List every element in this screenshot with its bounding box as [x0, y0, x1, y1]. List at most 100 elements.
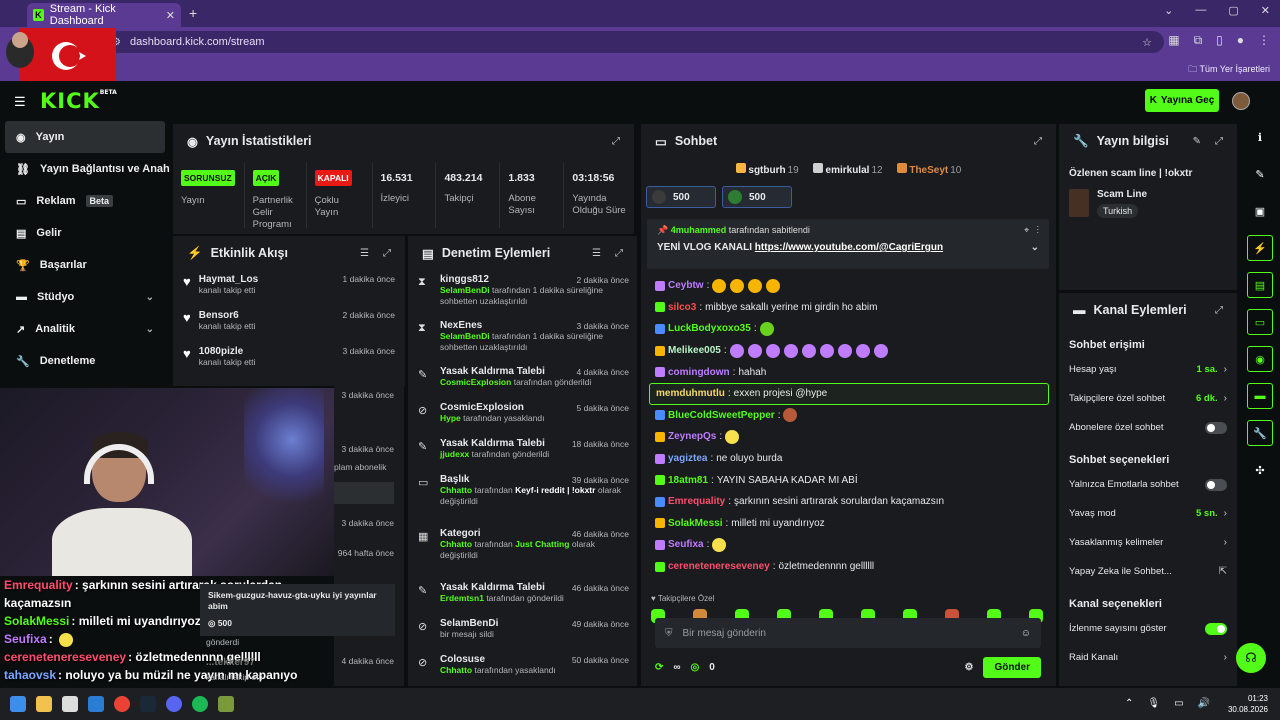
close-tab-icon[interactable]: ✕: [166, 9, 175, 22]
sidebar-item-5[interactable]: 🏆 Başarılar: [0, 249, 170, 281]
chevron-right-icon[interactable]: ›: [1224, 393, 1227, 404]
leaderboard-entry[interactable]: TheSeyt 10: [896, 162, 961, 176]
chat-username[interactable]: yagiztea: [668, 453, 707, 464]
moderation-item[interactable]: ⧗ NexEnes SelamBenDi tarafından 1 dakika s…: [408, 316, 637, 362]
expand-icon[interactable]: ⤢: [615, 248, 623, 259]
chat-message[interactable]: comingdown: hahah: [649, 361, 1049, 383]
pinned-link[interactable]: https://www.youtube.com/@CagriErgun: [755, 242, 943, 253]
bookmark-star-icon[interactable]: ☆: [1142, 36, 1152, 49]
setting-row[interactable]: Yavaş mod 5 sn. ›: [1059, 499, 1237, 528]
moderation-item[interactable]: ⊘ SelamBenDi bir mesajı sildi 49 dakika ön…: [408, 614, 637, 650]
chat-username[interactable]: Ceybtw: [668, 280, 704, 291]
external-link-icon[interactable]: ⇱: [1219, 566, 1227, 577]
expand-icon[interactable]: ⤢: [1215, 136, 1223, 147]
chat-message[interactable]: ZeynepQs:: [649, 426, 1049, 448]
media-icon[interactable]: ▣: [1247, 198, 1273, 224]
chat-bubble-icon[interactable]: ▭: [1247, 309, 1273, 335]
store-icon[interactable]: [62, 696, 78, 712]
chat-username[interactable]: 18atm81: [668, 475, 708, 486]
spotify-icon[interactable]: [192, 696, 208, 712]
chevron-right-icon[interactable]: ›: [1224, 364, 1227, 375]
info-icon[interactable]: ℹ: [1247, 124, 1273, 150]
file-explorer-icon[interactable]: [36, 696, 52, 712]
pinned-message[interactable]: 📌 4muhammed tarafından sabitlendi ⌖ ⋮ YEN…: [647, 219, 1049, 269]
app-icon[interactable]: [218, 696, 234, 712]
address-bar[interactable]: ⚙ dashboard.kick.com/stream ☆: [104, 31, 1164, 53]
expand-icon[interactable]: ⤢: [383, 248, 391, 259]
steam-icon[interactable]: [140, 696, 156, 712]
channel-icon[interactable]: ▬: [1247, 383, 1273, 409]
leaderboard-entry[interactable]: sgtburh 19: [735, 162, 799, 176]
avatar[interactable]: [1232, 92, 1250, 110]
chat-message[interactable]: BlueColdSweetPepper:: [649, 405, 1049, 427]
kick-logo[interactable]: KICKBETA: [40, 89, 117, 113]
maximize-icon[interactable]: ▢: [1228, 4, 1238, 17]
chat-message[interactable]: memduhmutlu: exxen projesi @hype: [649, 382, 1049, 405]
chat-username[interactable]: Melikee005: [668, 345, 721, 356]
moderation-item[interactable]: ✎ Yasak Kaldırma Talebi jjudexx tarafından…: [408, 434, 637, 470]
feed-gift-item[interactable]: Sikem-guzguz-havuz-gta-uyku iyi yayınlar…: [200, 584, 395, 636]
filter-icon[interactable]: ☰: [360, 248, 369, 259]
chat-username[interactable]: comingdown: [668, 367, 730, 378]
chat-message[interactable]: Seufixa:: [649, 534, 1049, 556]
feed-item[interactable]: ♥ Haymat_Los kanalı takip etti 1 dakika önc…: [173, 270, 405, 306]
chat-username[interactable]: Emrequality: [668, 496, 725, 507]
sidebar-icon[interactable]: ▯: [1216, 33, 1223, 48]
chat-username[interactable]: BlueColdSweetPepper: [668, 410, 775, 421]
discord-icon[interactable]: [166, 696, 182, 712]
chevron-down-icon[interactable]: ⌄: [1031, 242, 1039, 253]
moderation-item[interactable]: ▭ Başlık Chhatto tarafından Keyf-i reddit …: [408, 470, 637, 524]
settings-gear-icon[interactable]: ⚙: [964, 662, 973, 673]
feed-item[interactable]: ♥ Bensor6 kanalı takip etti 2 dakika önce: [173, 306, 405, 342]
microphone-icon[interactable]: 🎙: [1147, 698, 1160, 709]
extensions-puzzle-icon[interactable]: ⧉: [1194, 33, 1203, 48]
chat-message[interactable]: SolakMessi: milleti mi uyandırıyoz: [649, 513, 1049, 535]
lightning-icon[interactable]: ⚡: [1247, 235, 1273, 261]
setting-row[interactable]: Raid Kanalı ›: [1059, 643, 1237, 672]
mail-icon[interactable]: [88, 696, 104, 712]
support-headset-icon[interactable]: ☊: [1236, 643, 1266, 673]
sidebar-item-1[interactable]: ◉ Yayın: [5, 121, 165, 153]
chat-message[interactable]: LuckBodyxoxo35:: [649, 318, 1049, 340]
chat-input[interactable]: ⛨ Bir mesaj gönderin ☺: [655, 618, 1041, 648]
chevron-right-icon[interactable]: ›: [1224, 537, 1227, 548]
chevron-right-icon[interactable]: ›: [1224, 652, 1227, 663]
edit-icon[interactable]: ✎: [1247, 161, 1273, 187]
moderation-item[interactable]: ✎ Yasak Kaldırma Talebi Erdemtsn1 tarafınd…: [408, 578, 637, 614]
sidebar-item-7[interactable]: ↗ Analitik ⌄: [0, 313, 170, 345]
chevron-right-icon[interactable]: ›: [1224, 508, 1227, 519]
chat-username[interactable]: Seufixa: [668, 539, 704, 550]
leaderboard-entry[interactable]: emirkulal 12: [812, 162, 883, 176]
chat-username[interactable]: LuckBodyxoxo35: [668, 323, 751, 334]
chat-username[interactable]: SolakMessi: [668, 518, 722, 529]
windows-start-icon[interactable]: [10, 696, 26, 712]
expand-icon[interactable]: ⤢: [1215, 305, 1223, 316]
sidebar-item-4[interactable]: ▤ Gelir: [0, 217, 170, 249]
chrome-icon[interactable]: [114, 696, 130, 712]
chat-message[interactable]: Emrequality: şarkının sesini artırarak so…: [649, 491, 1049, 513]
all-bookmarks[interactable]: 🗀 Tüm Yer İşaretleri: [1188, 62, 1270, 78]
toggle[interactable]: [1205, 421, 1227, 434]
sidebar-item-6[interactable]: ▬ Stüdyo ⌄: [0, 281, 170, 313]
setting-row[interactable]: Yasaklanmış kelimeler ›: [1059, 528, 1237, 557]
extension-icon[interactable]: ▦: [1168, 33, 1179, 48]
setting-row[interactable]: Hesap yaşı 1 sa. ›: [1059, 355, 1237, 384]
setting-row[interactable]: Yalnızca Emotlarla sohbet: [1059, 470, 1237, 499]
sidebar-item-2[interactable]: ⛓ Yayın Bağlantısı ve Anahtarı: [0, 153, 170, 185]
browser-menu-icon[interactable]: ⋮: [1258, 33, 1270, 48]
toggle[interactable]: [1205, 622, 1227, 635]
setting-row[interactable]: Abonelere özel sohbet: [1059, 413, 1237, 442]
setting-row[interactable]: Takipçilere özel sohbet 6 dk. ›: [1059, 384, 1237, 413]
moderation-item[interactable]: ✎ Yasak Kaldırma Talebi CosmicExplosion ta…: [408, 362, 637, 398]
list-icon[interactable]: ▤: [1247, 272, 1273, 298]
menu-icon[interactable]: ☰: [14, 94, 26, 110]
chat-message[interactable]: silco3: mibbye sakallı yerine mi girdin h…: [649, 297, 1049, 319]
new-tab-icon[interactable]: +: [189, 5, 197, 21]
moderation-item[interactable]: ⊘ Colosuse Chhatto tarafından yasaklandı 5…: [408, 650, 637, 686]
moderation-item[interactable]: ⧗ kinggs812 SelamBenDi tarafından 1 dakika…: [408, 270, 637, 316]
expand-icon[interactable]: ⤢: [612, 136, 620, 147]
go-live-button[interactable]: K Yayına Geç: [1145, 89, 1219, 112]
goal-card-1[interactable]: 500: [646, 186, 716, 208]
chat-message[interactable]: Ceybtw:: [649, 275, 1049, 297]
chevron-down-icon[interactable]: ⌄: [146, 324, 154, 335]
